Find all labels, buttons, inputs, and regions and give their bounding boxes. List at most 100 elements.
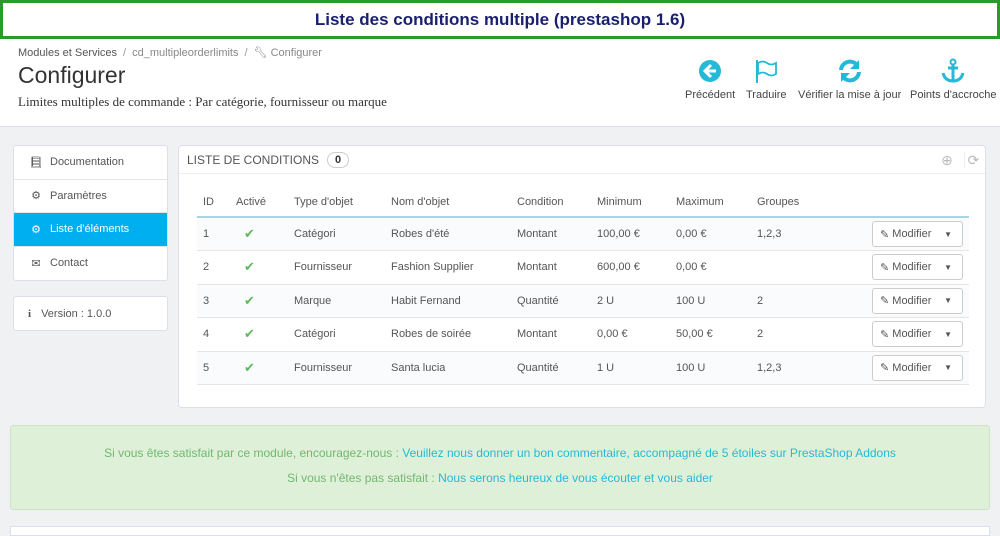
col-active[interactable]: Activé xyxy=(230,188,288,218)
review-link[interactable]: Veuillez nous donner un bon commentaire,… xyxy=(402,446,896,460)
edit-label: Modifier xyxy=(892,261,932,274)
cell-id: 2 xyxy=(197,250,230,285)
panel-heading: LISTE DE CONDITIONS 0 xyxy=(179,146,985,174)
col-type[interactable]: Type d'objet xyxy=(288,188,385,218)
cell-name: Robes de soirée xyxy=(385,317,511,352)
translate-label: Traduire xyxy=(746,89,787,101)
edit-button[interactable]: ✎ Modifier ▼ xyxy=(872,321,963,348)
back-button[interactable]: Précédent xyxy=(685,58,735,101)
sidebar-item-documentation[interactable]: 📘︎ Documentation xyxy=(14,146,167,180)
cell-active: ✔ xyxy=(230,217,288,251)
hooks-label: Points d'accroche xyxy=(910,89,997,101)
cell-maximum: 0,00 € xyxy=(670,217,751,251)
support-link[interactable]: Nous serons heureux de vous écouter et v… xyxy=(438,471,713,485)
cell-id: 5 xyxy=(197,351,230,385)
refresh-icon xyxy=(838,59,861,83)
cell-actions: ✎ Modifier ▼ xyxy=(831,250,969,285)
cell-groups: 2 xyxy=(751,317,831,352)
col-id[interactable]: ID xyxy=(197,188,230,218)
cell-minimum: 600,00 € xyxy=(591,250,670,285)
hooks-button[interactable]: Points d'accroche xyxy=(910,58,996,101)
cogs-icon: ⚙ xyxy=(31,190,41,203)
cell-maximum: 100 U xyxy=(670,284,751,318)
cell-active: ✔ xyxy=(230,250,288,285)
sidebar-item-label: Liste d'éléments xyxy=(50,223,130,236)
add-icon[interactable]: ⊕ xyxy=(938,152,956,168)
cell-groups: 1,2,3 xyxy=(751,217,831,251)
caret-down-icon[interactable]: ▼ xyxy=(944,330,952,339)
page-header: Modules et Services / cd_multipleorderlimi… xyxy=(0,39,1000,127)
cell-type: Catégori xyxy=(288,217,385,251)
edit-button[interactable]: ✎ Modifier ▼ xyxy=(872,254,963,281)
breadcrumb-module[interactable]: cd_multipleorderlimits xyxy=(132,47,238,59)
refresh-list-icon[interactable]: ⟳ xyxy=(964,152,982,168)
footer-panel xyxy=(10,526,990,536)
sidebar-item-liste-elements[interactable]: ⚙ Liste d'éléments xyxy=(14,213,167,247)
version-box: i Version : 1.0.0 xyxy=(13,296,168,331)
sidebar-item-parametres[interactable]: ⚙ Paramètres xyxy=(14,180,167,213)
cell-minimum: 2 U xyxy=(591,284,670,318)
sidebar-item-label: Contact xyxy=(50,257,88,270)
back-label: Précédent xyxy=(685,89,736,101)
cell-type: Marque xyxy=(288,284,385,318)
table-row: 1 ✔ Catégori Robes d'été Montant 100,00 €0,00… xyxy=(197,217,969,251)
cell-groups: 2 xyxy=(751,284,831,318)
cell-active: ✔ xyxy=(230,351,288,385)
pencil-icon: ✎ xyxy=(880,328,893,341)
sidebar-item-label: Paramètres xyxy=(50,189,107,202)
book-icon: 📘︎ xyxy=(29,156,43,169)
caret-down-icon[interactable]: ▼ xyxy=(944,363,952,372)
envelope-icon: ✉ xyxy=(31,257,41,270)
page-title: Configurer xyxy=(18,62,126,88)
cell-maximum: 0,00 € xyxy=(670,250,751,285)
cell-groups xyxy=(751,250,831,285)
page-subtitle: Limites multiples de commande : Par caté… xyxy=(18,94,387,109)
edit-button[interactable]: ✎ Modifier ▼ xyxy=(872,221,963,247)
cell-type: Fournisseur xyxy=(288,351,385,385)
edit-button[interactable]: ✎ Modifier ▼ xyxy=(872,287,963,314)
edit-label: Modifier xyxy=(892,328,932,341)
title-banner: Liste des conditions multiple (prestasho… xyxy=(0,0,1000,39)
version-label: Version : 1.0.0 xyxy=(41,307,112,320)
sidebar-item-contact[interactable]: ✉ Contact xyxy=(14,247,167,281)
sidebar-item-label: Documentation xyxy=(50,156,124,169)
breadcrumb-modules[interactable]: Modules et Services xyxy=(18,47,117,59)
cell-actions: ✎ Modifier ▼ xyxy=(831,284,969,318)
col-name[interactable]: Nom d'objet xyxy=(385,188,511,218)
cell-id: 1 xyxy=(197,217,230,251)
table-row: 3 ✔ Marque Habit Fernand Quantité 2 U 100 U 2 ✎ … xyxy=(197,284,969,318)
col-minimum[interactable]: Minimum xyxy=(591,188,670,218)
caret-down-icon[interactable]: ▼ xyxy=(944,263,952,272)
cell-active: ✔ xyxy=(230,284,288,318)
cell-type: Catégori xyxy=(288,317,385,352)
cell-condition: Montant xyxy=(511,250,591,285)
breadcrumb: Modules et Services / cd_multipleorderlimi… xyxy=(18,47,322,59)
panel-title: LISTE DE CONDITIONS xyxy=(187,152,320,167)
check-update-label: Vérifier la mise à jour xyxy=(798,89,902,101)
count-badge: 0 xyxy=(327,151,350,168)
pencil-icon: ✎ xyxy=(880,362,893,375)
col-maximum[interactable]: Maximum xyxy=(670,188,751,218)
cell-name: Habit Fernand xyxy=(385,284,511,318)
conditions-panel: LISTE DE CONDITIONS 0 ⊕ ⟳ ID Activé Type … xyxy=(178,145,986,408)
cell-maximum: 50,00 € xyxy=(670,317,751,352)
breadcrumb-current: Configurer xyxy=(270,47,322,59)
edit-button[interactable]: ✎ Modifier ▼ xyxy=(872,354,963,381)
edit-label: Modifier xyxy=(892,228,932,240)
col-condition[interactable]: Condition xyxy=(511,188,591,218)
check-update-button[interactable]: Vérifier la mise à jour xyxy=(798,58,901,101)
cell-actions: ✎ Modifier ▼ xyxy=(831,217,969,251)
cell-actions: ✎ Modifier ▼ xyxy=(831,317,969,352)
cell-condition: Montant xyxy=(511,217,591,251)
sidebar: 📘︎ Documentation ⚙ Paramètres ⚙ Liste d'élé… xyxy=(13,145,168,281)
col-groups[interactable]: Groupes xyxy=(751,188,831,218)
info-icon: i xyxy=(28,307,32,320)
cell-minimum: 100,00 € xyxy=(591,217,670,251)
caret-down-icon[interactable]: ▼ xyxy=(944,230,952,239)
translate-button[interactable]: Traduire xyxy=(746,58,787,101)
flag-icon xyxy=(756,60,778,83)
cell-actions: ✎ Modifier ▼ xyxy=(831,351,969,385)
cell-name: Fashion Supplier xyxy=(385,250,511,285)
cell-type: Fournisseur xyxy=(288,250,385,285)
caret-down-icon[interactable]: ▼ xyxy=(944,296,952,305)
